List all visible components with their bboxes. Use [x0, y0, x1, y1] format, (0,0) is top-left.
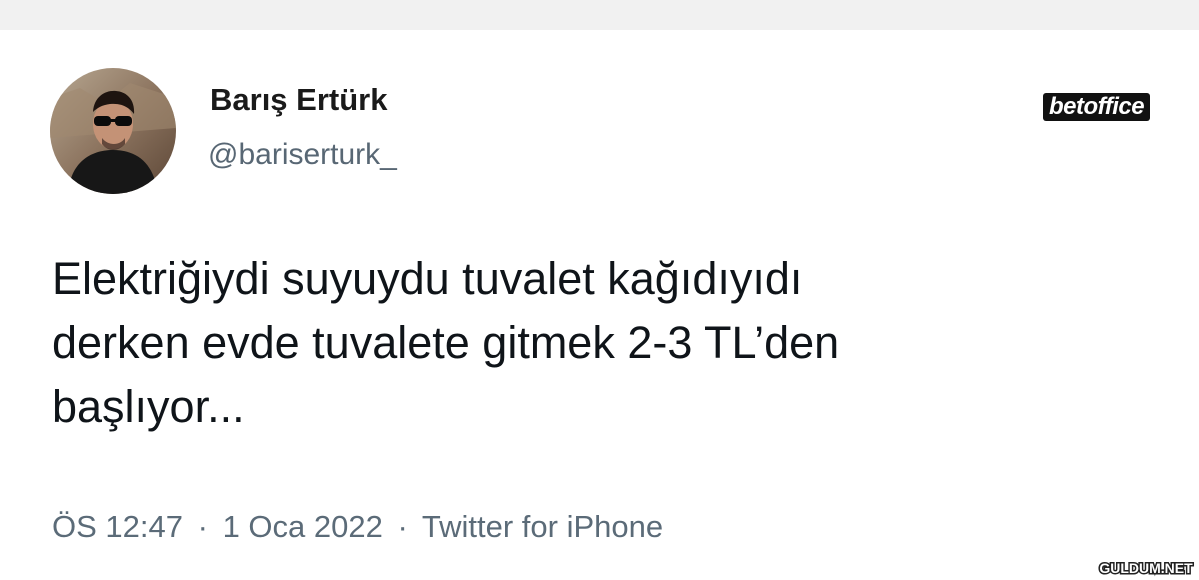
- top-background-strip: [0, 0, 1199, 30]
- tweet-text-line: Elektriğiydi suyuydu tuvalet kağıdıyıdı: [52, 253, 803, 304]
- tweet-time[interactable]: ÖS 12:47: [52, 509, 183, 544]
- guldum-watermark-logo: GULDUM.NET: [1098, 559, 1195, 578]
- tweet-source[interactable]: Twitter for iPhone: [422, 509, 663, 544]
- author-handle[interactable]: @bariserturk_: [208, 138, 397, 172]
- tweet-meta: ÖS 12:47 · 1 Oca 2022 · Twitter for iPho…: [52, 509, 663, 545]
- meta-separator: ·: [397, 509, 408, 544]
- tweet-text-line: derken evde tuvalete gitmek 2-3 TL’den: [52, 317, 840, 368]
- meta-separator: ·: [197, 509, 208, 544]
- author-avatar[interactable]: [50, 68, 176, 194]
- author-display-name[interactable]: Barış Ertürk: [210, 82, 387, 118]
- betoffice-watermark: betoffice: [1043, 93, 1151, 121]
- tweet-date[interactable]: 1 Oca 2022: [223, 509, 383, 544]
- tweet-card: Barış Ertürk @bariserturk_ betoffice Ele…: [0, 30, 1199, 580]
- tweet-text: Elektriğiydi suyuydu tuvalet kağıdıyıdı …: [52, 247, 1172, 439]
- avatar-photo-icon: [50, 68, 176, 194]
- tweet-text-line: başlıyor...: [52, 381, 245, 432]
- guldum-watermark-text: GULDUM.NET: [1099, 560, 1193, 576]
